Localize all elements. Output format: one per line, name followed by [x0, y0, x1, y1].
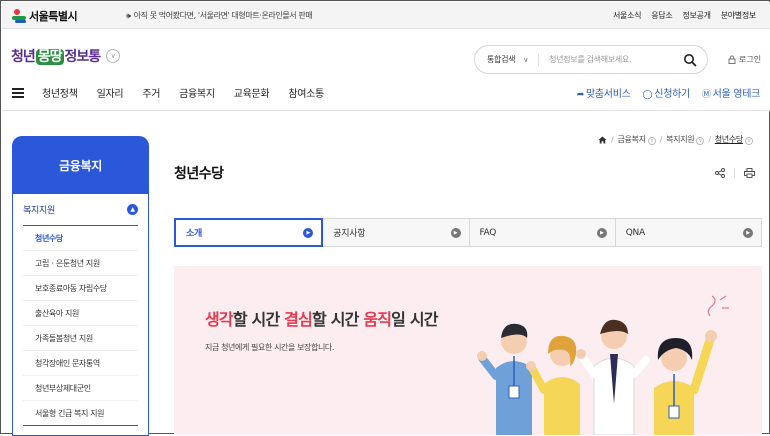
- gnb-menu: 청년정책 일자리 주거 금융복지 교육문화 참여소통: [42, 85, 343, 100]
- site-brand[interactable]: 청년 몽땅 정보통 ∨: [11, 46, 121, 66]
- sidebar-menu: 복지지원 ▲ 청년수당 고립ㆍ은둔청년 지원 보호종료아동 자립수당 출산육아 …: [12, 194, 149, 436]
- page-title: 청년수당: [174, 166, 224, 182]
- chevron-down-icon[interactable]: ∨: [106, 49, 121, 63]
- print-icon[interactable]: [744, 168, 755, 178]
- nav-item-housing[interactable]: 주거: [142, 85, 160, 100]
- login-link[interactable]: 로그인: [728, 54, 761, 65]
- tab-notice[interactable]: 공지사항 ▶: [323, 219, 470, 246]
- youth-group-illustration: [477, 295, 729, 435]
- custom-service-link[interactable]: ➦ 맞춤서비스: [577, 85, 631, 100]
- arrow-right-icon: ▶: [596, 227, 607, 238]
- breadcrumb-item-welfare[interactable]: 복지지원 ∨: [666, 134, 705, 145]
- util-link-seoul-news[interactable]: 서울소식: [613, 10, 642, 21]
- nav-item-jobs[interactable]: 일자리: [97, 85, 124, 100]
- page-tools: [715, 168, 755, 178]
- search-scope-select[interactable]: 통합검색 ∨: [487, 54, 528, 65]
- gnb-quick-links: ➦ 맞춤서비스 ◯ 신청하기 Ⓜ 서울 영테크: [577, 85, 761, 100]
- sidebar-item-isolated-youth[interactable]: 고립ㆍ은둔청년 지원: [23, 251, 138, 276]
- nav-item-youth-policy[interactable]: 청년정책: [42, 85, 78, 100]
- tab-intro[interactable]: 소개 ▶: [174, 218, 324, 247]
- sidebar-item-emergency-welfare[interactable]: 서울형 긴급 복지 지원: [23, 401, 138, 426]
- site-logo: 청년 몽땅 정보통: [11, 49, 101, 65]
- home-icon[interactable]: [598, 136, 607, 144]
- sidebar-category[interactable]: 복지지원 ▲: [23, 194, 138, 226]
- sidebar-item-text-interpretation[interactable]: 청각장애인 문자통역: [23, 351, 138, 376]
- breadcrumb-item-current[interactable]: 청년수당 ∨: [715, 134, 753, 145]
- speaker-icon: 🕪: [126, 10, 131, 20]
- hero-banner: 생각할 시간 결심할 시간 움직일 시간 지금 청년에게 필요한 시간을 보장합…: [174, 266, 762, 435]
- seoul-logo-text: 서울특별시: [29, 10, 78, 23]
- pin-icon: ➦: [576, 90, 585, 100]
- sidebar-item-independence-allowance[interactable]: 보호종료아동 자립수당: [23, 276, 138, 301]
- seoul-logo-icon: [12, 9, 26, 23]
- seoul-youngtech-link[interactable]: Ⓜ 서울 영테크: [702, 85, 760, 100]
- search-bar: 통합검색 ∨: [474, 45, 708, 74]
- breadcrumb: / 금융복지 ∨ / 복지지원 ∨ / 청년수당 ∨: [598, 134, 753, 145]
- sidebar-title: 금융복지: [12, 136, 149, 194]
- tab-faq[interactable]: FAQ ▶: [469, 219, 616, 246]
- chat-icon: ◯: [642, 90, 653, 100]
- lock-icon: [728, 55, 736, 64]
- util-link-info-disclosure[interactable]: 정보공개: [682, 10, 711, 21]
- chevron-down-icon: ∨: [745, 137, 753, 145]
- arrow-right-icon: ▶: [303, 227, 314, 238]
- util-link-field-info[interactable]: 분야별정보: [721, 10, 757, 21]
- seoul-logo[interactable]: 서울특별시: [12, 8, 78, 24]
- chevron-down-icon: ∨: [696, 137, 705, 145]
- sidebar-item-childbirth-support[interactable]: 출산육아 지원: [23, 301, 138, 326]
- nav-item-participation[interactable]: 참여소통: [288, 85, 324, 100]
- top-utility-bar: 서울특별시 🕪 아직 못 먹어봤다면, '서울라면' 대형마트·온라인몰서 판매…: [2, 2, 770, 29]
- search-input[interactable]: [549, 55, 660, 64]
- search-icon[interactable]: [683, 53, 697, 67]
- arrow-right-icon: ▶: [743, 227, 753, 238]
- breadcrumb-item-finance[interactable]: 금융복지 ∨: [617, 134, 656, 145]
- util-link-eungdapso[interactable]: 응답소: [651, 10, 672, 21]
- nav-item-finance-welfare[interactable]: 금융복지: [179, 85, 215, 100]
- chevron-down-icon: ∨: [647, 137, 656, 145]
- hamburger-menu-icon[interactable]: [12, 88, 24, 98]
- share-icon[interactable]: [715, 168, 725, 178]
- chevron-up-icon: ▲: [127, 204, 138, 215]
- page-frame: 서울특별시 🕪 아직 못 먹어봤다면, '서울라면' 대형마트·온라인몰서 판매…: [0, 0, 770, 436]
- site-header: 청년몽땅정보통 ∨ 통합검색 ∨ 로그인: [2, 29, 770, 81]
- notice-text: 아직 못 먹어봤다면, '서울라면' 대형마트·온라인몰서 판매: [133, 11, 313, 20]
- tab-qna[interactable]: QNA ▶: [615, 219, 761, 246]
- content-tabs: 소개 ▶ 공지사항 ▶ FAQ ▶ QNA ▶: [174, 218, 762, 247]
- apply-link[interactable]: ◯ 신청하기: [642, 85, 691, 100]
- notice-banner[interactable]: 🕪 아직 못 먹어봤다면, '서울라면' 대형마트·온라인몰서 판매: [126, 10, 313, 21]
- chevron-down-icon: ∨: [523, 55, 529, 64]
- won-coin-icon: Ⓜ: [701, 90, 711, 100]
- nav-item-education-culture[interactable]: 교육문화: [234, 85, 270, 100]
- main-navigation: 청년정책 일자리 주거 금융복지 교육문화 참여소통 ➦ 맞춤서비스 ◯ 신청하기 …: [2, 81, 770, 111]
- utility-links: 서울소식 응답소 정보공개 분야별정보: [613, 10, 756, 21]
- arrow-right-icon: ▶: [450, 227, 461, 238]
- sidebar: 금융복지 복지지원 ▲ 청년수당 고립ㆍ은둔청년 지원 보호종료아동 자립수당 …: [12, 136, 149, 436]
- sidebar-item-youth-allowance[interactable]: 청년수당: [23, 226, 138, 251]
- sidebar-item-family-care[interactable]: 가족돌봄청년 지원: [23, 326, 138, 351]
- sidebar-item-injured-veterans[interactable]: 청년부상제대군인: [23, 376, 138, 401]
- hero-subtext: 지금 청년에게 필요한 시간을 보장합니다.: [205, 343, 335, 352]
- hero-headline: 생각할 시간 결심할 시간 움직일 시간: [205, 310, 438, 329]
